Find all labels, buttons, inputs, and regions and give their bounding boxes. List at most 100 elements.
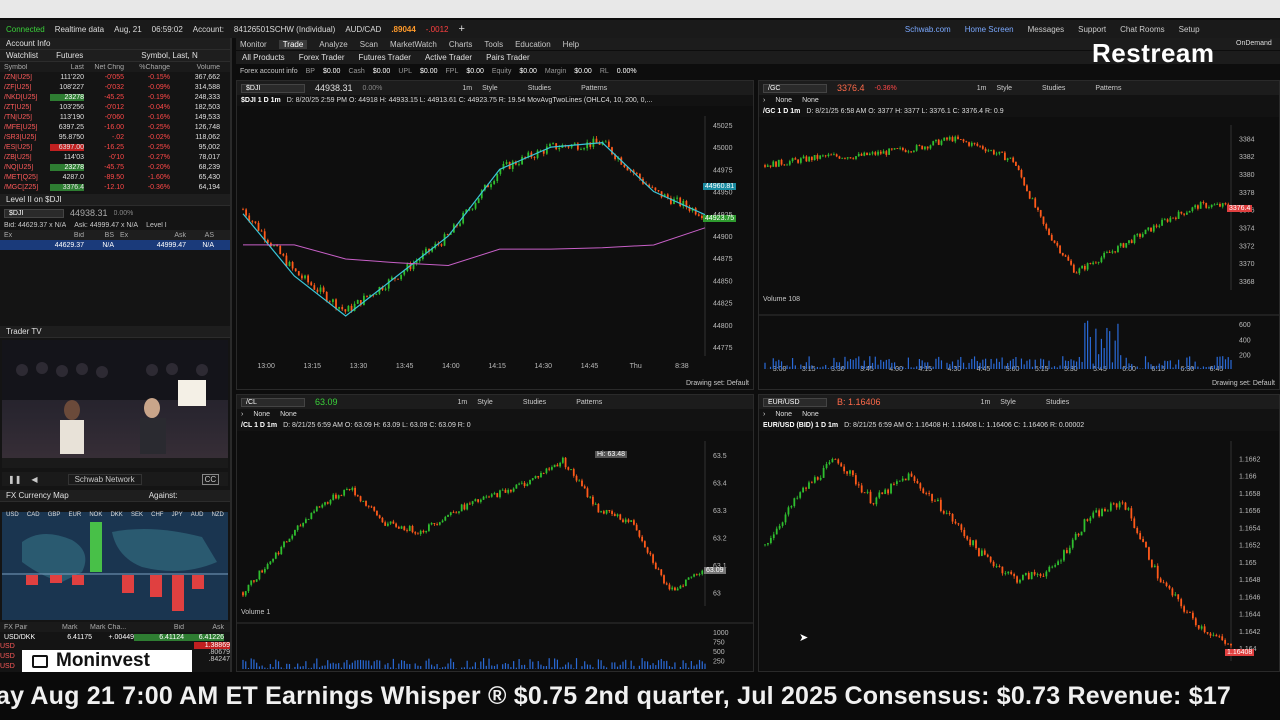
menu-trade[interactable]: Trade: [278, 39, 308, 49]
candle-body: [1039, 574, 1042, 576]
subtab-3[interactable]: Active Trader: [425, 53, 472, 62]
watchlist-row[interactable]: /ZT[U25] 103'256 -0'012 -0.04% 182,503: [0, 102, 230, 112]
watchlist-row[interactable]: /NKD[U25] 23278 -45.25 -0.19% 248,333: [0, 92, 230, 102]
gc-timeframe[interactable]: 1m: [977, 85, 987, 92]
cl-expand-icon[interactable]: ›: [241, 411, 243, 418]
watchlist-row[interactable]: /MGC[Z25] 3376.4 -12.10 -0.36% 64,194: [0, 182, 230, 192]
account-info-header[interactable]: Account Info: [0, 38, 230, 50]
subtab-4[interactable]: Pairs Trader: [486, 53, 530, 62]
eurusd-chart[interactable]: 1.1662 1.166 1.1658 1.1656 1.1654 1.1652 1.165…: [759, 431, 1280, 671]
fx-row-usddkk[interactable]: USD/DKK 6.41175 +.00449 6.41124 6.41226: [0, 632, 230, 642]
menu-tools[interactable]: Tools: [484, 40, 503, 49]
fx-currency-label[interactable]: CAD: [27, 512, 40, 522]
watchlist-row[interactable]: /TN[U25] 113'190 -0'060 -0.16% 149,533: [0, 112, 230, 122]
eurusd-style-button[interactable]: Style: [1000, 399, 1016, 406]
gc-none-1[interactable]: None: [775, 97, 792, 104]
gc-drawing-set[interactable]: Drawing set: Default: [1212, 380, 1275, 387]
cl-timeframe[interactable]: 1m: [458, 399, 468, 406]
watchlist-row[interactable]: /ZB[U25] 114'03 -0'10 -0.27% 78,017: [0, 152, 230, 162]
watchlist-row[interactable]: /MET[Q25] 4287.0 -89.50 -1.60% 65,430: [0, 172, 230, 182]
watchlist-sort[interactable]: Symbol, Last, N: [141, 51, 197, 60]
fx-currency-label[interactable]: SEK: [131, 512, 143, 522]
fx-currency-label[interactable]: DKK: [110, 512, 122, 522]
cl-none-2[interactable]: None: [280, 411, 297, 418]
watchlist-row[interactable]: /NQ[U25] 23278 -45.75 -0.20% 68,239: [0, 162, 230, 172]
dji-symbol-input[interactable]: $DJI: [241, 83, 305, 93]
dji-style-button[interactable]: Style: [482, 85, 498, 92]
col-pct-change[interactable]: %Change: [124, 64, 170, 71]
menu-education[interactable]: Education: [515, 40, 551, 49]
watchlist-row[interactable]: /ZN[U25] 111'220 -0'055 -0.15% 367,662: [0, 72, 230, 82]
fx-currency-label[interactable]: AUD: [191, 512, 204, 522]
cl-patterns-button[interactable]: Patterns: [576, 399, 602, 406]
dji-drawing-set[interactable]: Drawing set: Default: [686, 380, 749, 387]
dji-studies-button[interactable]: Studies: [528, 85, 551, 92]
network-select[interactable]: Schwab Network: [67, 473, 142, 485]
menu-monitor[interactable]: Monitor: [240, 40, 267, 49]
ondemand-button[interactable]: OnDemand: [1236, 40, 1272, 47]
cl-style-button[interactable]: Style: [477, 399, 493, 406]
cl-symbol-input[interactable]: /CL: [241, 397, 305, 407]
watchlist-type-select[interactable]: Futures: [56, 51, 83, 60]
cl-none-1[interactable]: None: [253, 411, 270, 418]
eurusd-none-2[interactable]: None: [802, 411, 819, 418]
watchlist-row[interactable]: /ZF[U25] 108'227 -0'032 -0.09% 314,588: [0, 82, 230, 92]
link-schwab[interactable]: Schwab.com: [905, 25, 951, 34]
watchlist-row[interactable]: /SR3[U25] 95.8750 -.02 -0.02% 118,062: [0, 132, 230, 142]
eurusd-symbol-input[interactable]: EUR/USD: [763, 397, 827, 407]
account-selector[interactable]: 84126501SCHW (Individual): [234, 25, 335, 34]
col-symbol[interactable]: Symbol: [4, 64, 50, 71]
level2-symbol-input[interactable]: $DJI: [4, 208, 64, 218]
cc-icon[interactable]: CC: [201, 473, 220, 485]
menu-scan[interactable]: Scan: [360, 40, 378, 49]
dji-timeframe[interactable]: 1m: [462, 85, 472, 92]
pair-selector[interactable]: AUD/CAD: [345, 25, 381, 34]
subtab-2[interactable]: Futures Trader: [358, 53, 410, 62]
dji-chart[interactable]: 4502545000449754495044925449004487544850…: [237, 106, 754, 376]
col-last[interactable]: Last: [50, 64, 84, 71]
menu-charts[interactable]: Charts: [449, 40, 473, 49]
cl-chart[interactable]: 63.563.463.363.263.1631000750500250: [237, 431, 754, 671]
fx-currency-label[interactable]: CHF: [151, 512, 163, 522]
link-support[interactable]: Support: [1078, 25, 1106, 34]
volume-icon[interactable]: ◀: [31, 475, 37, 484]
menu-analyze[interactable]: Analyze: [319, 40, 347, 49]
menu-marketwatch[interactable]: MarketWatch: [390, 40, 437, 49]
gc-chart[interactable]: 3384338233803378337633743372337033683:00…: [759, 117, 1280, 377]
gc-symbol-input[interactable]: /GC: [763, 83, 827, 93]
link-home[interactable]: Home Screen: [965, 25, 1014, 34]
eurusd-studies-button[interactable]: Studies: [1046, 399, 1069, 406]
volume-bar: [627, 668, 630, 669]
watchlist-row[interactable]: /MFE[U25] 6397.25 -16.00 -0.25% 126,748: [0, 122, 230, 132]
gc-patterns-button[interactable]: Patterns: [1095, 85, 1121, 92]
gc-expand-icon[interactable]: ›: [763, 97, 765, 104]
fx-currency-label[interactable]: NZD: [212, 512, 224, 522]
trader-tv-video[interactable]: [2, 340, 228, 468]
pause-icon[interactable]: ❚❚: [8, 475, 21, 484]
col-net-chng[interactable]: Net Chng: [84, 64, 124, 71]
gc-studies-button[interactable]: Studies: [1042, 85, 1065, 92]
link-messages[interactable]: Messages: [1028, 25, 1064, 34]
eurusd-expand-icon[interactable]: ›: [763, 411, 765, 418]
fx-currency-label[interactable]: NOK: [89, 512, 102, 522]
gc-style-button[interactable]: Style: [996, 85, 1012, 92]
watchlist-row[interactable]: /ES[U25] 6397.00 -16.25 -0.25% 95,002: [0, 142, 230, 152]
fx-currency-label[interactable]: GBP: [48, 512, 61, 522]
dji-patterns-button[interactable]: Patterns: [581, 85, 607, 92]
eurusd-none-1[interactable]: None: [775, 411, 792, 418]
menu-help[interactable]: Help: [563, 40, 579, 49]
cl-studies-button[interactable]: Studies: [523, 399, 546, 406]
gc-none-2[interactable]: None: [802, 97, 819, 104]
fx-currency-label[interactable]: JPY: [172, 512, 183, 522]
fx-currency-label[interactable]: USD: [6, 512, 19, 522]
col-volume[interactable]: Volume: [170, 64, 220, 71]
level2-row[interactable]: 44629.37 N/A 44999.47 N/A: [0, 240, 230, 250]
subtab-0[interactable]: All Products: [242, 53, 285, 62]
link-chat[interactable]: Chat Rooms: [1120, 25, 1164, 34]
plus-icon[interactable]: +: [458, 23, 464, 35]
eurusd-timeframe[interactable]: 1m: [981, 399, 991, 406]
candle-body: [310, 512, 313, 519]
link-setup[interactable]: Setup: [1179, 25, 1200, 34]
subtab-1[interactable]: Forex Trader: [299, 53, 345, 62]
fx-currency-label[interactable]: EUR: [69, 512, 82, 522]
